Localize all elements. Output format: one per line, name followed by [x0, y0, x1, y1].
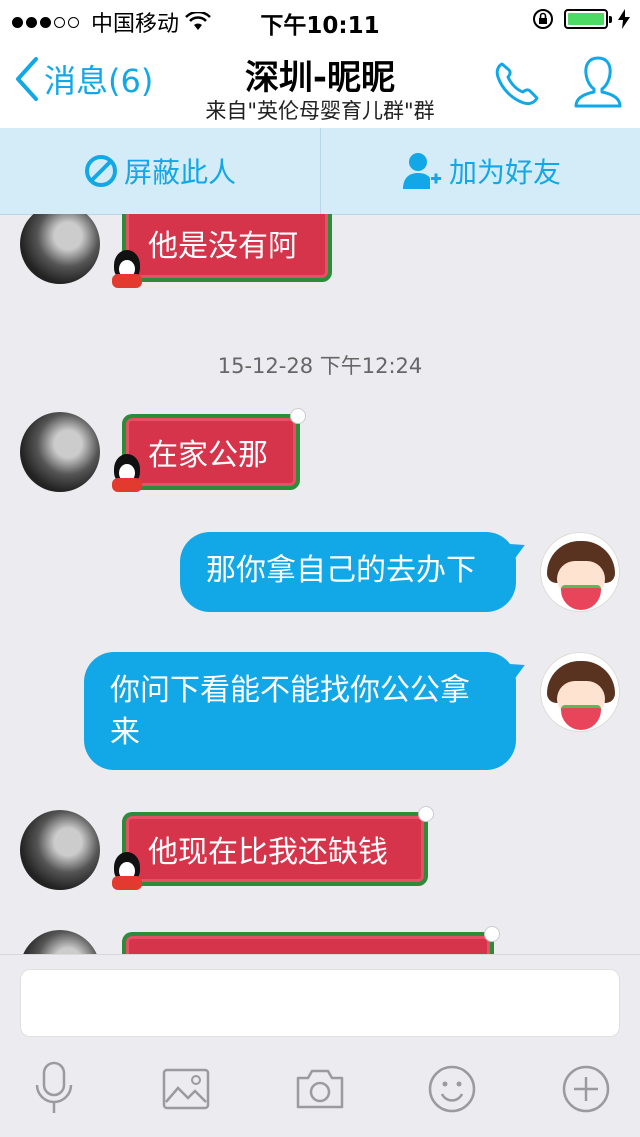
nav-bar: 消息(6) 深圳-昵昵 来自"英伦母婴育儿群"群: [0, 40, 640, 128]
penguin-badge-icon: [110, 852, 144, 892]
avatar[interactable]: [20, 810, 100, 890]
add-friend-button[interactable]: 加为好友: [320, 128, 640, 214]
message-bubble[interactable]: [122, 926, 500, 954]
penguin-badge-icon: [110, 454, 144, 494]
camera-button[interactable]: [290, 1059, 350, 1119]
message-bubble[interactable]: 他是没有阿: [122, 214, 332, 282]
message-bubble[interactable]: 他现在比我还缺钱: [122, 806, 434, 886]
rotation-lock-icon: [533, 9, 553, 29]
message-text: 他现在比我还缺钱: [148, 835, 388, 870]
status-right: [532, 8, 630, 30]
message-text: 那你拿自己的去办下: [206, 553, 476, 588]
image-icon: [162, 1068, 210, 1110]
image-button[interactable]: [156, 1059, 216, 1119]
chat-area[interactable]: 他是没有阿 15-12-28 下午12:24 在家公那 那你拿自己的去办下 你问…: [0, 214, 640, 954]
status-bar: 中国移动 下午10:11: [0, 0, 640, 40]
charging-icon: [618, 9, 630, 29]
avatar[interactable]: [540, 532, 620, 612]
profile-button[interactable]: [572, 54, 624, 116]
action-bar: 屏蔽此人 加为好友: [0, 128, 640, 215]
smiley-icon: [428, 1065, 476, 1113]
penguin-badge-icon: [110, 250, 144, 290]
avatar[interactable]: [20, 412, 100, 492]
more-button[interactable]: [556, 1059, 616, 1119]
message-text: 他是没有阿: [148, 229, 298, 264]
voice-button[interactable]: [24, 1059, 84, 1119]
block-user-button[interactable]: 屏蔽此人: [0, 128, 320, 214]
message-text: 在家公那: [148, 438, 268, 473]
block-label: 屏蔽此人: [123, 156, 236, 189]
microphone-icon: [35, 1061, 73, 1113]
emoji-button[interactable]: [422, 1059, 482, 1119]
page-subtitle: 来自"英伦母婴育儿群"群: [205, 99, 435, 123]
camera-icon: [296, 1069, 344, 1109]
phone-icon: [495, 62, 539, 106]
battery-icon: [564, 9, 612, 29]
message-bubble[interactable]: 那你拿自己的去办下: [180, 532, 516, 612]
message-bubble[interactable]: 你问下看能不能找你公公拿来: [84, 652, 516, 770]
add-friend-icon: [402, 153, 441, 189]
add-friend-label: 加为好友: [448, 156, 561, 189]
call-button[interactable]: [492, 58, 542, 112]
plus-circle-icon: [562, 1065, 610, 1113]
block-icon: [84, 155, 117, 187]
avatar[interactable]: [20, 930, 100, 954]
person-icon: [574, 56, 622, 108]
input-bar: [0, 954, 640, 1137]
avatar[interactable]: [540, 652, 620, 732]
message-text: 你问下看能不能找你公公拿来: [110, 673, 470, 750]
message-bubble[interactable]: 在家公那: [122, 408, 306, 490]
message-input[interactable]: [20, 969, 620, 1037]
timestamp: 15-12-28 下午12:24: [217, 354, 423, 378]
avatar[interactable]: [20, 214, 100, 284]
page-title: 深圳-昵昵: [244, 58, 396, 98]
